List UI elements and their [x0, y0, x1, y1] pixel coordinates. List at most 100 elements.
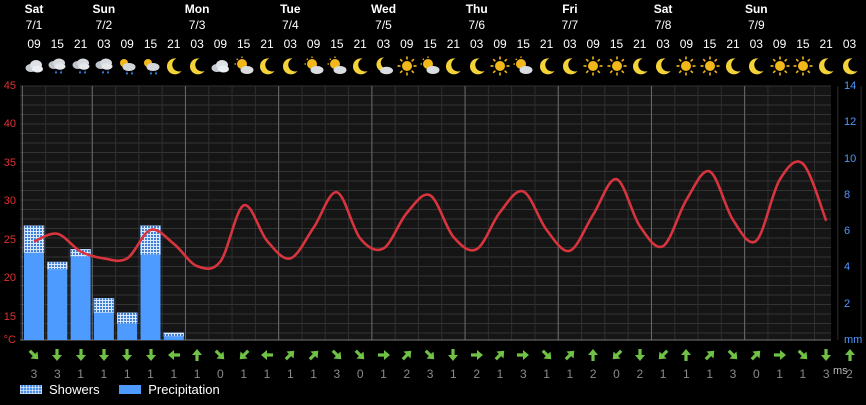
wind-speed: 1 — [659, 367, 667, 381]
wind-arrow-icon — [796, 348, 810, 362]
precipitation-bar — [47, 269, 68, 340]
wind-speed: 1 — [240, 367, 248, 381]
chart-legend: Showers Precipitation — [20, 382, 236, 397]
wind-speed: 1 — [543, 367, 550, 381]
wind-arrow-icon — [516, 348, 530, 362]
forecast-widget: Sat 7/1 Sun 7/2 Mon 7/3 Tue 7/4 Wed 7/5 Thu 7/6 Fri 7… — [0, 0, 866, 405]
precipitation-bar — [117, 323, 138, 340]
precipitation-tick: 4 — [844, 261, 851, 274]
precipitation-tick: 8 — [844, 188, 851, 201]
precipitation-bar — [70, 256, 91, 340]
temperature-tick: 40 — [3, 118, 16, 131]
wind-arrow-icon — [120, 348, 134, 362]
precipitation-bar — [24, 252, 44, 340]
precipitation-tick: 10 — [844, 152, 857, 165]
wind-speed: 3 — [519, 367, 527, 381]
temperature-tick: 35 — [3, 156, 16, 169]
wind-speed: 3 — [53, 367, 61, 381]
wind-speed: 3 — [333, 367, 341, 381]
wind-arrow-icon — [27, 348, 41, 362]
showers-bar — [116, 312, 138, 324]
temperature-tick: 45 — [3, 80, 16, 92]
wind-speed: 2 — [403, 367, 411, 381]
wind-arrow-icon — [330, 348, 344, 362]
temperature-tick: 15 — [3, 310, 16, 323]
wind-speed: 1 — [310, 367, 317, 381]
precipitation-label: Precipitation — [148, 382, 220, 397]
precipitation-unit-label: mm — [844, 334, 863, 346]
wind-speed: 1 — [100, 367, 108, 381]
wind-arrow-icon — [213, 348, 227, 362]
showers-bar — [93, 298, 115, 314]
wind-arrow-icon — [493, 348, 507, 362]
showers-bar — [163, 332, 185, 337]
wind-speed: 2 — [589, 367, 597, 381]
wind-arrow-icon — [470, 348, 484, 362]
legend-showers: Showers — [20, 382, 100, 397]
wind-speed: 1 — [683, 367, 690, 381]
wind-speed: 0 — [217, 367, 224, 381]
wind-speed: 3 — [426, 367, 434, 381]
wind-arrow-icon — [190, 348, 204, 362]
wind-arrow-icon — [563, 348, 577, 362]
wind-arrow-icon — [540, 348, 554, 362]
wind-arrow-icon — [144, 348, 158, 362]
temperature-tick: 30 — [3, 195, 16, 208]
wind-arrow-icon — [400, 348, 414, 362]
wind-arrow-icon — [353, 348, 367, 362]
wind-speed: 1 — [799, 367, 807, 381]
wind-speed: 2 — [473, 367, 481, 381]
wind-arrow-icon — [773, 348, 787, 362]
wind-arrow-icon — [167, 348, 181, 362]
wind-arrow-icon — [446, 348, 460, 362]
precipitation-tick: 2 — [844, 297, 851, 310]
wind-arrow-icon — [703, 348, 717, 362]
precipitation-bar — [163, 336, 184, 340]
temperature-tick: 20 — [3, 272, 16, 285]
wind-arrow-icon — [97, 348, 111, 362]
wind-speed: 1 — [286, 367, 294, 381]
wind-speed: 0 — [613, 367, 620, 381]
wind-speed: 0 — [752, 367, 760, 381]
wind-speed: 1 — [706, 367, 714, 381]
wind-arrow-icon — [237, 348, 251, 362]
wind-speed: 1 — [77, 367, 84, 381]
wind-arrow-icon — [726, 348, 740, 362]
wind-arrow-icon — [50, 348, 64, 362]
wind-arrow-icon — [423, 348, 437, 362]
wind-speed: 1 — [147, 367, 154, 381]
wind-arrow-icon — [260, 348, 274, 362]
wind-speed: 1 — [263, 367, 271, 381]
wind-speed: 1 — [566, 367, 574, 381]
precipitation-bar — [140, 254, 161, 340]
wind-arrow-icon — [74, 348, 88, 362]
precipitation-bar — [93, 312, 114, 340]
wind-arrow-icon — [610, 348, 624, 362]
temperature-precipitation-chart — [20, 85, 862, 341]
showers-label: Showers — [49, 382, 100, 397]
wind-speed: 1 — [170, 367, 178, 381]
showers-swatch — [20, 385, 42, 394]
legend-precipitation: Precipitation — [119, 382, 220, 397]
wind-unit-label: ms — [833, 365, 848, 377]
wind-speed: 1 — [776, 367, 783, 381]
wind-arrow-icon — [843, 348, 857, 362]
wind-arrow-icon — [749, 348, 763, 362]
wind-arrow-icon — [633, 348, 647, 362]
wind-speed: 3 — [30, 367, 38, 381]
wind-speed: 1 — [450, 367, 457, 381]
wind-speed: 0 — [356, 367, 364, 381]
wind-speed: 1 — [123, 367, 131, 381]
wind-speed: 3 — [729, 367, 737, 381]
wind-speed: 2 — [636, 367, 644, 381]
precipitation-swatch — [119, 385, 142, 394]
showers-bar — [47, 261, 68, 270]
precipitation-tick: 14 — [844, 80, 857, 92]
temperature-unit-label: °C — [3, 334, 16, 346]
wind-arrow-icon — [377, 348, 391, 362]
wind-arrow-icon — [586, 348, 600, 362]
wind-speed: 1 — [380, 367, 387, 381]
wind-arrow-icon — [656, 348, 670, 362]
wind-arrow-icon — [819, 348, 833, 362]
wind-speed: 1 — [496, 367, 504, 381]
